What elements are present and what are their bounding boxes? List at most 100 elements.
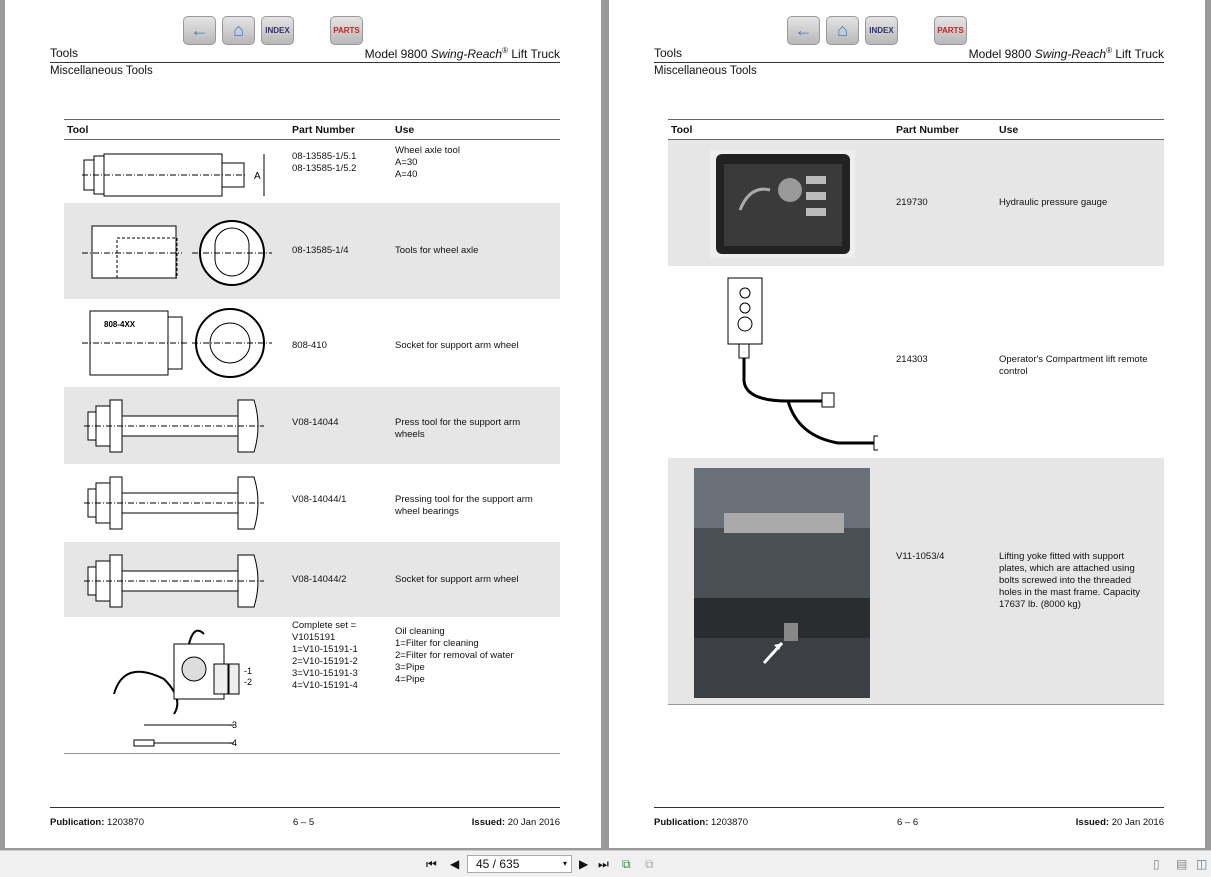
illustration-graphic — [84, 399, 264, 453]
tool-illustration-press — [84, 396, 264, 460]
table-row: A 08-13585-1/5.1 08-13585-1/5.2 Wheel ax… — [64, 140, 560, 203]
index-icon: INDEX — [869, 26, 894, 35]
page-dropdown-icon[interactable]: ▾ — [563, 856, 567, 872]
publication-number: 1203870 — [107, 817, 144, 828]
illustration-graphic — [84, 554, 264, 608]
issued-date: 20 Jan 2016 — [1111, 817, 1164, 828]
parts-button[interactable]: PARTS — [934, 16, 967, 45]
index-button[interactable]: INDEX — [261, 16, 294, 45]
model-text: Model 9800 — [364, 47, 431, 61]
section-title: Tools — [50, 46, 79, 60]
issued-label: Issued: — [471, 817, 506, 828]
next-page-button[interactable]: ▶ — [579, 857, 588, 871]
model-title: Model 9800 Swing-Reach® Lift Truck — [365, 46, 560, 61]
home-button[interactable]: ⌂ — [826, 16, 859, 45]
tool-use: Press tool for the support arm wheels — [395, 417, 521, 440]
part-number: 808-410 — [292, 340, 327, 351]
table-row: -1 -2 -3 -4 Complete set = V1015191 1=V10-1… — [64, 617, 560, 753]
goto-next-view-icon[interactable]: ⧉ — [645, 857, 654, 872]
table-row: 08-13585-1/4 Tools for wheel axle — [64, 203, 560, 299]
subsection-title: Miscellaneous Tools — [50, 65, 153, 77]
part-number: V08-14044/1 — [292, 494, 347, 505]
tool-use: Socket for support arm wheel — [395, 340, 519, 351]
model-italic: Swing-Reach — [430, 47, 503, 61]
part-number: V11-1053/4 — [896, 551, 945, 562]
tool-use: Oil cleaning 1=Filter for cleaning 2=Fil… — [395, 626, 514, 685]
issued-label: Issued: — [1075, 817, 1110, 828]
home-icon: ⌂ — [837, 20, 848, 40]
header-divider — [50, 62, 560, 63]
page-number-value: 45 / 635 — [476, 857, 520, 871]
callout-label: -4 — [229, 738, 237, 748]
tool-illustration-axle2 — [82, 218, 272, 292]
tool-illustration-remote — [698, 276, 887, 460]
tool-use: Tools for wheel axle — [395, 245, 479, 256]
page-number-input[interactable]: 45 / 635 ▾ — [467, 855, 572, 873]
pdf-page-right: ← ⌂ INDEX PARTS Tools Model 9800 Swing-Reach… — [609, 0, 1205, 848]
col-use: Use — [395, 124, 415, 136]
tool-use: Hydraulic pressure gauge — [999, 197, 1108, 208]
model-text: Model 9800 — [968, 47, 1035, 61]
part-number: 08-13585-1/5.1 08-13585-1/5.2 — [292, 151, 357, 174]
tool-use: Pressing tool for the support arm wheel … — [395, 494, 533, 517]
table-row: V08-14044 Press tool for the support arm… — [64, 387, 560, 464]
continuous-view-icon[interactable]: ▤ — [1176, 857, 1187, 871]
col-part-number: Part Number — [896, 124, 960, 136]
table-row: V08-14044/1 Pressing tool for the suppor… — [64, 464, 560, 542]
illustration-graphic: -1-2 -3 -4 — [113, 629, 252, 748]
table-row: 214303 Operator's Compartment lift remot… — [668, 266, 1164, 458]
parts-button[interactable]: PARTS — [330, 16, 363, 45]
issued-date: 20 Jan 2016 — [507, 817, 560, 828]
illustration-graphic — [727, 277, 887, 451]
single-page-view-icon[interactable]: ▯ — [1153, 857, 1160, 871]
pdf-toolbar: ⏮ ◀ 45 / 635 ▾ ▶ ⏭ ⧉ ⧉ ▯ ▤ ◫ — [0, 850, 1211, 877]
model-title: Model 9800 Swing-Reach® Lift Truck — [969, 46, 1164, 61]
nav-buttons: ← ⌂ INDEX PARTS — [183, 16, 363, 45]
prev-page-button[interactable]: ◀ — [450, 857, 459, 871]
first-page-button[interactable]: ⏮ — [426, 857, 437, 872]
back-button[interactable]: ← — [183, 16, 216, 45]
back-button[interactable]: ← — [787, 16, 820, 45]
tool-use: Wheel axle tool A=30 A=40 — [395, 145, 460, 180]
tool-use: Socket for support arm wheel — [395, 574, 519, 585]
page-footer: Publication: 1203870 6 – 5 Issued: 20 Ja… — [50, 807, 560, 828]
subsection-title: Miscellaneous Tools — [654, 65, 757, 77]
tool-use: Lifting yoke fitted with support plates,… — [999, 551, 1140, 610]
table-header: Tool Part Number Use — [668, 120, 1164, 140]
tool-illustration-press — [84, 473, 264, 537]
tool-illustration-press — [84, 551, 264, 615]
tools-table: Tool Part Number Use 219730 Hydraulic pr… — [668, 119, 1164, 705]
goto-previous-view-icon[interactable]: ⧉ — [622, 857, 631, 872]
tool-illustration-axle: A — [82, 150, 272, 204]
tools-table: Tool Part Number Use A 08-13585-1/5.1 08… — [64, 119, 560, 754]
callout-label: -3 — [229, 720, 237, 730]
page-number: 6 – 6 — [897, 817, 919, 828]
illustration-graphic — [694, 468, 870, 698]
callout-label: -1 — [244, 666, 252, 676]
section-title: Tools — [654, 46, 683, 60]
tool-label: 808-4XX — [104, 320, 136, 329]
part-number: V08-14044 — [292, 417, 339, 428]
index-button[interactable]: INDEX — [865, 16, 898, 45]
model-tail: Lift Truck — [1111, 47, 1164, 61]
table-row: 808-4XX 808-410 Socket for support arm w… — [64, 299, 560, 387]
part-number: 214303 — [896, 354, 928, 365]
page-number: 6 – 5 — [293, 817, 315, 828]
col-tool: Tool — [671, 124, 693, 136]
publication-label: Publication: — [50, 817, 105, 828]
table-end-line — [64, 753, 560, 754]
pdf-page-left: ← ⌂ INDEX PARTS Tools Model 9800 Swing-Reach… — [5, 0, 601, 848]
publication-number: 1203870 — [711, 817, 748, 828]
header-divider — [654, 62, 1164, 63]
part-number: Complete set = V1015191 1=V10-15191-1 2=… — [292, 620, 358, 691]
tool-illustration-gauge — [710, 150, 855, 262]
home-button[interactable]: ⌂ — [222, 16, 255, 45]
col-tool: Tool — [67, 124, 89, 136]
part-number: 219730 — [896, 197, 928, 208]
last-page-button[interactable]: ⏭ — [598, 857, 609, 872]
two-page-view-icon[interactable]: ◫ — [1196, 857, 1207, 871]
nav-buttons: ← ⌂ INDEX PARTS — [787, 16, 967, 45]
illustration-graphic — [710, 150, 855, 258]
illustration-graphic: A — [82, 153, 265, 197]
table-end-line — [668, 704, 1164, 705]
